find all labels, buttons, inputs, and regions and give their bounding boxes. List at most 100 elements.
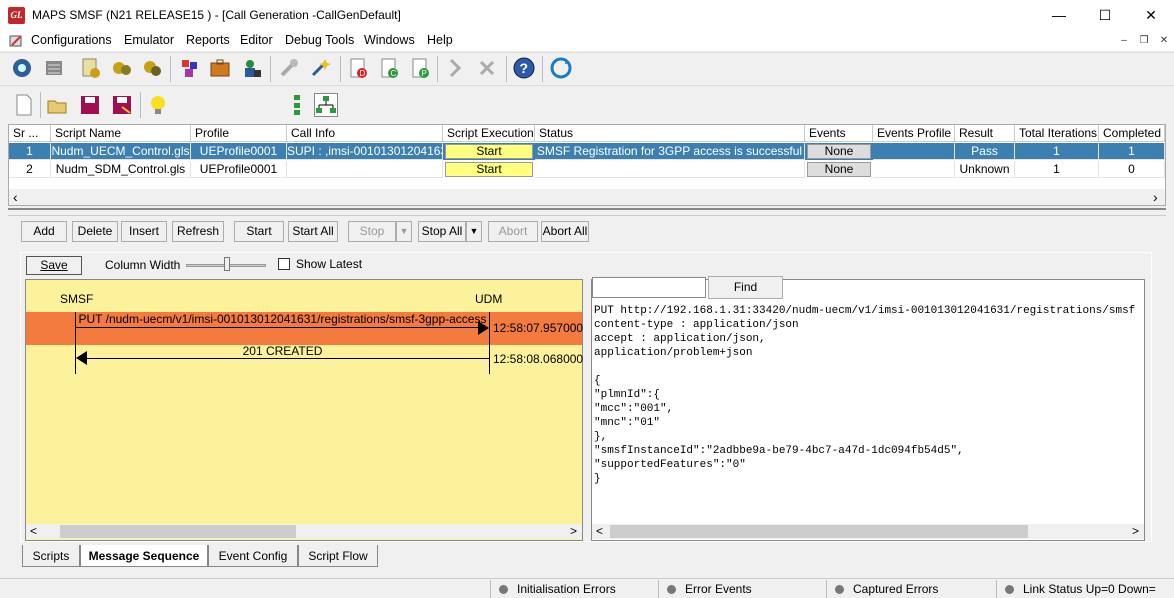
close-button[interactable]: ✕ <box>1128 0 1174 31</box>
user-lock-icon[interactable] <box>240 56 264 80</box>
lightbulb-icon[interactable] <box>146 93 170 117</box>
message-label[interactable]: PUT /nudm-uecm/v1/imsi-001013012041631/r… <box>76 312 489 326</box>
tab-message-sequence[interactable]: Message Sequence <box>80 545 208 567</box>
wizard-icon[interactable] <box>308 56 332 80</box>
minimize-button[interactable]: — <box>1036 0 1082 31</box>
menu-debug-tools[interactable]: Debug Tools <box>285 33 354 47</box>
save-as-icon[interactable] <box>110 93 134 117</box>
stop-button[interactable]: Stop <box>348 221 396 242</box>
column-header-status[interactable]: Status <box>535 125 805 142</box>
status-indicator-icon <box>667 585 676 594</box>
grid-horizontal-scrollbar[interactable] <box>9 189 1165 205</box>
column-header-events-profile[interactable]: Events Profile <box>873 125 955 142</box>
profile-blocks-icon[interactable] <box>178 56 202 80</box>
tree-view-icon[interactable] <box>285 93 309 117</box>
column-header-profile[interactable]: Profile <box>191 125 287 142</box>
scrollbar-thumb[interactable] <box>610 525 1028 538</box>
status-initialisation-errors[interactable]: Initialisation Errors <box>490 580 654 598</box>
new-file-icon[interactable] <box>12 93 36 117</box>
scroll-left-icon[interactable]: < <box>596 524 603 538</box>
abort-all-button[interactable]: Abort All <box>541 221 589 242</box>
save-button[interactable]: Save <box>26 256 82 275</box>
scroll-left-icon[interactable]: ‹ <box>13 189 18 205</box>
splitter[interactable] <box>8 208 1166 216</box>
mdi-minimize-button[interactable]: – <box>1116 33 1132 49</box>
message-detail-text[interactable]: PUT http://192.168.1.31:33420/nudm-uecm/… <box>594 304 1136 520</box>
stop-all-button[interactable]: Stop All <box>418 221 466 242</box>
scroll-left-icon[interactable]: < <box>30 524 37 538</box>
column-header-completed[interactable]: Completed ... <box>1099 125 1165 142</box>
script-edit-icon[interactable] <box>78 56 102 80</box>
toolbar-separator <box>340 56 341 82</box>
svg-text:D: D <box>360 69 366 78</box>
column-header-call-info[interactable]: Call Info <box>287 125 443 142</box>
add-button[interactable]: Add <box>21 221 67 242</box>
find-input[interactable] <box>592 277 706 298</box>
start-all-button[interactable]: Start All <box>288 221 338 242</box>
hierarchy-view-icon[interactable] <box>314 93 338 117</box>
slider-thumb[interactable] <box>224 257 230 271</box>
gears-icon[interactable] <box>110 56 134 80</box>
row-profile[interactable]: UEProfile0001 <box>191 161 287 178</box>
status-indicator-icon <box>835 585 844 594</box>
scroll-right-icon[interactable]: › <box>1153 189 1158 205</box>
row-profile[interactable]: UEProfile0001 <box>191 143 287 160</box>
scrollbar-thumb[interactable] <box>60 525 296 538</box>
start-button[interactable]: Start <box>234 221 284 242</box>
column-header-sr[interactable]: Sr ... <box>9 125 51 142</box>
save-icon[interactable] <box>78 93 102 117</box>
column-header-events[interactable]: Events <box>805 125 873 142</box>
delete-button[interactable]: Delete <box>72 221 118 242</box>
status-captured-errors[interactable]: Captured Errors <box>826 580 994 598</box>
tab-script-flow[interactable]: Script Flow <box>298 545 378 567</box>
column-header-script-execution[interactable]: Script Execution <box>443 125 535 142</box>
row-script-name[interactable]: Nudm_SDM_Control.gls <box>51 161 191 178</box>
tab-event-config[interactable]: Event Config <box>208 545 298 567</box>
row-start-button[interactable]: Start <box>445 144 533 159</box>
find-button[interactable]: Find <box>708 276 783 299</box>
abort-button[interactable]: Abort <box>488 221 538 242</box>
row-events-button[interactable]: None <box>807 144 871 159</box>
status-link[interactable]: Link Status Up=0 Down= <box>996 580 1174 598</box>
open-folder-icon[interactable] <box>46 93 70 117</box>
column-header-script-name[interactable]: Script Name <box>51 125 191 142</box>
row-start-button[interactable]: Start <box>445 162 533 177</box>
scroll-right-icon[interactable]: > <box>1132 524 1139 538</box>
status-error-events[interactable]: Error Events <box>658 580 822 598</box>
document-p-icon[interactable]: P <box>408 56 432 80</box>
menu-editor[interactable]: Editor <box>240 33 273 47</box>
row-script-name[interactable]: Nudm_UECM_Control.gls <box>51 143 191 160</box>
menu-configurations[interactable]: Configurations <box>31 33 112 47</box>
toolbar-separator <box>270 56 271 82</box>
row-events-button[interactable]: None <box>807 162 871 177</box>
mdi-restore-button[interactable]: ❐ <box>1136 33 1152 49</box>
tab-scripts[interactable]: Scripts <box>22 545 80 567</box>
mdi-close-button[interactable]: ✕ <box>1156 33 1172 49</box>
mdi-child-icon[interactable] <box>8 33 24 49</box>
maximize-button[interactable]: ☐ <box>1082 0 1128 31</box>
refresh-sync-icon[interactable] <box>549 56 573 80</box>
stop-all-dropdown-icon[interactable]: ▼ <box>466 221 482 242</box>
menu-help[interactable]: Help <box>427 33 453 47</box>
document-d-icon[interactable]: D <box>346 56 370 80</box>
column-header-total-iterations[interactable]: Total Iterations <box>1015 125 1099 142</box>
show-latest-checkbox[interactable] <box>278 258 290 270</box>
briefcase-icon[interactable] <box>208 56 232 80</box>
row-result: Unknown <box>955 161 1015 178</box>
menu-reports[interactable]: Reports <box>186 33 230 47</box>
status-indicator-icon <box>499 585 508 594</box>
arrow-left-icon <box>76 351 87 365</box>
column-header-result[interactable]: Result <box>955 125 1015 142</box>
menu-emulator[interactable]: Emulator <box>124 33 174 47</box>
insert-button[interactable]: Insert <box>121 221 167 242</box>
message-label[interactable]: 201 CREATED <box>76 344 489 358</box>
configuration-gear-icon[interactable] <box>10 56 34 80</box>
menu-windows[interactable]: Windows <box>364 33 415 47</box>
document-c-icon[interactable]: C <box>377 56 401 80</box>
gears-2-icon[interactable] <box>140 56 164 80</box>
help-icon[interactable]: ? <box>512 56 536 80</box>
stop-dropdown-icon[interactable]: ▼ <box>396 221 412 242</box>
scroll-right-icon[interactable]: > <box>570 524 577 538</box>
list-icon[interactable] <box>42 56 66 80</box>
refresh-button[interactable]: Refresh <box>172 221 224 242</box>
